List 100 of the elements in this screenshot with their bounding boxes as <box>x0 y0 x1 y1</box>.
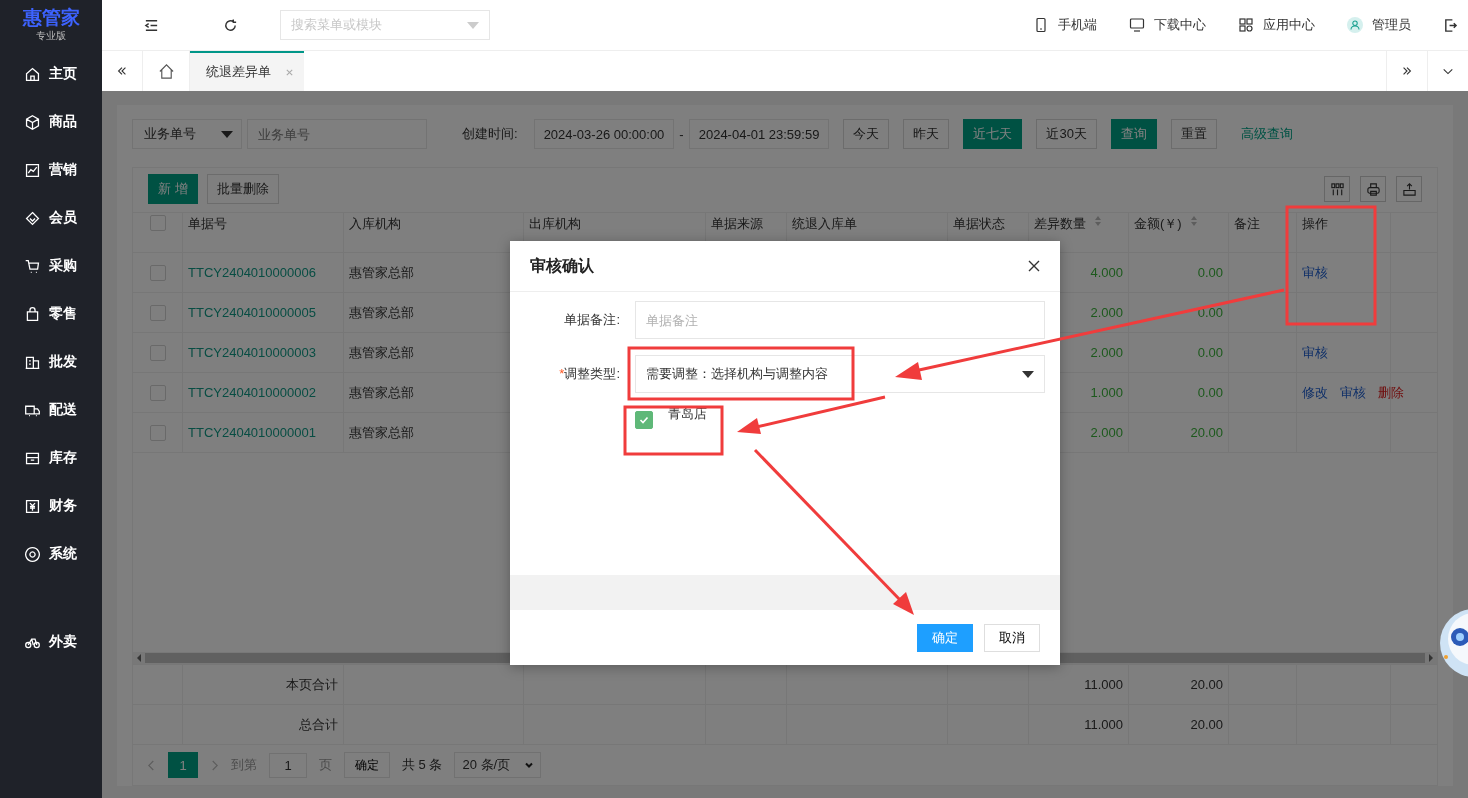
refresh-icon[interactable] <box>223 17 238 33</box>
header-link[interactable]: 下载中心 <box>1129 16 1206 34</box>
column-header: 备注 <box>1229 213 1297 252</box>
sidebar-item[interactable]: 配送 <box>0 386 102 434</box>
columns-button[interactable] <box>1324 176 1350 202</box>
bag-icon <box>24 305 41 323</box>
total-label: 本页合计 <box>183 665 344 704</box>
cart-icon <box>24 257 41 275</box>
sidebar-item[interactable]: 批发 <box>0 338 102 386</box>
monitor-icon <box>1129 17 1145 33</box>
gear-icon <box>24 545 41 563</box>
table-cell: 20.00 <box>1129 705 1229 744</box>
print-button[interactable] <box>1360 176 1386 202</box>
required-mark: * <box>559 366 565 381</box>
checkbox-label: 青岛店 <box>668 405 707 423</box>
confirm-button[interactable]: 确定 <box>917 623 973 652</box>
advanced-query-link[interactable]: 高级查询 <box>1240 125 1293 143</box>
date-range-button[interactable]: 昨天 <box>903 119 950 149</box>
sidebar-item[interactable]: 系统 <box>0 530 102 578</box>
store-checkbox[interactable] <box>635 411 653 429</box>
table-cell: 20.00 <box>1129 665 1229 704</box>
table-cell: 0.00 <box>1129 253 1229 292</box>
grid-icon <box>1238 17 1254 33</box>
sidebar-item[interactable]: 库存 <box>0 434 102 482</box>
print-icon <box>1365 181 1381 197</box>
table-cell[interactable]: TTCY2404010000006 <box>183 253 344 292</box>
total-count: 共 5 条 <box>402 756 443 774</box>
table-cell: 20.00 <box>1129 413 1229 452</box>
user-avatar-icon <box>1347 17 1363 33</box>
add-button[interactable]: 新 增 <box>148 174 198 204</box>
sidebar-item[interactable]: 会员 <box>0 194 102 242</box>
date-range-button[interactable]: 近30天 <box>1036 119 1097 149</box>
double-chevron-right-icon <box>1401 65 1413 77</box>
house-icon <box>157 62 175 80</box>
sort-icon[interactable] <box>1094 215 1102 227</box>
action-link[interactable]: 删除 <box>1378 383 1404 402</box>
columns-icon <box>1329 181 1345 197</box>
action-link[interactable]: 审核 <box>1302 263 1328 282</box>
caret-icon <box>221 130 233 138</box>
export-icon <box>1401 181 1417 197</box>
sidebar-item[interactable]: 零售 <box>0 290 102 338</box>
double-chevron-left-icon <box>116 65 128 77</box>
dialog-title: 审核确认 <box>530 255 594 276</box>
end-date-field[interactable]: 2024-04-01 23:59:59 <box>688 119 830 149</box>
phone-icon <box>1033 17 1049 33</box>
batch-delete-button[interactable]: 批量删除 <box>206 174 279 204</box>
column-header: 金额(￥) <box>1129 213 1229 252</box>
page-tab[interactable]: 统退差异单 <box>190 51 304 91</box>
box-icon <box>24 113 41 131</box>
action-link[interactable]: 审核 <box>1340 383 1366 402</box>
sidebar-item[interactable]: 财务 <box>0 482 102 530</box>
field-select[interactable]: 业务单号 <box>132 119 242 149</box>
scroll-right-arrow-icon[interactable] <box>1429 654 1433 662</box>
header-link[interactable]: 应用中心 <box>1238 16 1315 34</box>
edition-label: 专业版 <box>36 28 66 43</box>
header-link[interactable]: 手机端 <box>1033 16 1097 34</box>
sidebar-item[interactable]: 采购 <box>0 242 102 290</box>
chevron-right-icon[interactable] <box>210 758 219 772</box>
scroll-left-arrow-icon[interactable] <box>137 654 141 662</box>
table-cell: 0.00 <box>1129 333 1229 372</box>
checkmark-icon <box>638 414 650 426</box>
note-field[interactable]: 单据备注 <box>635 301 1045 339</box>
export-button[interactable] <box>1396 176 1422 202</box>
action-link[interactable]: 修改 <box>1302 383 1328 402</box>
date-range-button[interactable]: 近七天 <box>963 119 1023 149</box>
page-size-select[interactable]: 20 条/页 <box>454 752 542 778</box>
table-cell[interactable]: TTCY2404010000003 <box>183 333 344 372</box>
logo-text: 惠管家 <box>22 7 80 28</box>
menu-fold-icon[interactable] <box>144 17 159 33</box>
query-button[interactable]: 查询 <box>1110 119 1157 149</box>
sidebar-item[interactable]: 营销 <box>0 146 102 194</box>
reset-button[interactable]: 重置 <box>1170 119 1217 149</box>
sidebar-item[interactable]: 外卖 <box>0 618 102 666</box>
header-link[interactable]: 管理员 <box>1347 16 1411 34</box>
search-field[interactable]: 业务单号 <box>247 119 427 149</box>
table-cell: 11.000 <box>1029 705 1129 744</box>
chevron-left-icon[interactable] <box>147 758 156 772</box>
cancel-button[interactable]: 取消 <box>984 623 1040 652</box>
sidebar-item[interactable]: 商品 <box>0 98 102 146</box>
sidebar-item[interactable]: 主页 <box>0 50 102 98</box>
table-cell[interactable]: TTCY2404010000002 <box>183 373 344 412</box>
page-input[interactable]: 1 <box>269 752 307 778</box>
logout-icon[interactable] <box>1443 17 1458 33</box>
total-label: 总合计 <box>183 705 344 744</box>
goto-button[interactable]: 确定 <box>344 752 390 778</box>
table-cell[interactable]: TTCY2404010000001 <box>183 413 344 452</box>
diamond-icon <box>24 209 41 227</box>
start-date-field[interactable]: 2024-03-26 00:00:00 <box>533 119 675 149</box>
table-cell: 0.00 <box>1129 373 1229 412</box>
column-header: 单据号 <box>183 213 344 252</box>
sort-icon[interactable] <box>1189 215 1198 227</box>
action-link[interactable]: 审核 <box>1302 343 1328 362</box>
close-icon[interactable] <box>1028 260 1040 272</box>
caret-icon <box>1022 370 1034 378</box>
table-cell[interactable]: TTCY2404010000005 <box>183 293 344 332</box>
date-range-button[interactable]: 今天 <box>843 119 890 149</box>
page-number[interactable]: 1 <box>168 752 198 778</box>
chart-icon <box>24 161 41 179</box>
field-label: 单据备注: <box>563 311 621 329</box>
caret-icon <box>467 21 479 29</box>
